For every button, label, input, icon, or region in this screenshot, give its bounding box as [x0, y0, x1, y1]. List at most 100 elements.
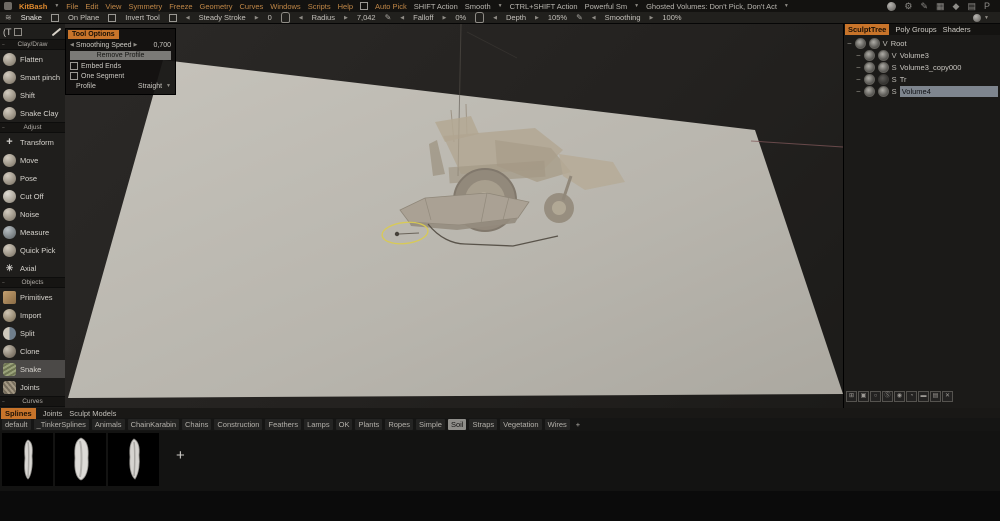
- tool-axial[interactable]: ✳ Axial: [0, 259, 65, 277]
- tool-cut-off[interactable]: Cut Off: [0, 187, 65, 205]
- tool-shift[interactable]: Shift: [0, 86, 65, 104]
- steady-stroke-inc-icon[interactable]: ▶: [255, 15, 259, 21]
- surface-mode-icon[interactable]: Ⓢ: [882, 391, 893, 402]
- section-clay-draw[interactable]: − Clay/Draw: [0, 39, 65, 50]
- material-dropdown-icon[interactable]: ▼: [984, 15, 989, 21]
- tree-node-volume3-copy000[interactable]: − S Volume3_copy000: [844, 61, 1000, 73]
- shift-action-value[interactable]: Smooth: [465, 2, 491, 11]
- tree-node-volume4-selected[interactable]: − S Volume4: [844, 85, 1000, 97]
- box-select-icon[interactable]: [14, 28, 22, 36]
- depth-value[interactable]: 105%: [548, 13, 567, 22]
- category-simple[interactable]: Simple: [416, 419, 445, 430]
- collapse-icon[interactable]: −: [2, 280, 5, 286]
- menu-windows[interactable]: Windows: [270, 2, 300, 11]
- category-ok[interactable]: OK: [336, 419, 353, 430]
- app-logo-icon[interactable]: [4, 2, 12, 10]
- collapse-icon[interactable]: −: [856, 75, 861, 84]
- depth-label[interactable]: Depth: [506, 13, 526, 22]
- smoothing-value[interactable]: 100%: [662, 13, 681, 22]
- app-title[interactable]: KitBash: [19, 2, 47, 11]
- category-animals[interactable]: Animals: [92, 419, 125, 430]
- radius-dec-icon[interactable]: ◀: [299, 15, 303, 21]
- category-ropes[interactable]: Ropes: [385, 419, 413, 430]
- section-curves[interactable]: − Curves: [0, 396, 65, 407]
- on-plane-checkbox[interactable]: [51, 14, 59, 22]
- collapse-icon[interactable]: −: [856, 63, 861, 72]
- menu-help[interactable]: Help: [338, 2, 353, 11]
- category-default[interactable]: default: [2, 419, 31, 430]
- material-ball-icon[interactable]: [973, 14, 981, 22]
- falloff-value[interactable]: 0%: [455, 13, 466, 22]
- resample-icon[interactable]: ◔: [906, 391, 917, 402]
- remove-profile-button[interactable]: Remove Profile: [70, 51, 171, 60]
- invert-tool-checkbox[interactable]: [108, 14, 116, 22]
- spline-thumbnail-1[interactable]: [2, 433, 53, 486]
- tool-move[interactable]: Move: [0, 151, 65, 169]
- smoothing-speed-inc-icon[interactable]: ▶: [134, 42, 138, 48]
- layers-list-icon[interactable]: ▤: [930, 391, 941, 402]
- section-objects[interactable]: − Objects: [0, 277, 65, 288]
- falloff-inc-icon[interactable]: ▶: [442, 15, 446, 21]
- one-segment-label[interactable]: One Segment: [81, 73, 124, 80]
- visibility-icon[interactable]: [864, 74, 875, 85]
- smoothing-pen-icon[interactable]: ✎: [576, 13, 583, 22]
- category-plants[interactable]: Plants: [355, 419, 382, 430]
- collapse-icon[interactable]: −: [856, 87, 861, 96]
- pen-icon[interactable]: [52, 27, 62, 36]
- tool-snake[interactable]: Snake: [0, 360, 65, 378]
- tab-sculpttree[interactable]: SculptTree: [845, 24, 889, 35]
- falloff-label[interactable]: Falloff: [413, 13, 433, 22]
- on-plane-label[interactable]: On Plane: [68, 13, 99, 22]
- gear-icon[interactable]: ⚙: [904, 2, 912, 11]
- tool-primitives[interactable]: Primitives: [0, 288, 65, 306]
- smoothing-label[interactable]: Smoothing: [605, 13, 641, 22]
- tab-shaders[interactable]: Shaders: [943, 25, 971, 34]
- text-tool-icon[interactable]: (T: [3, 27, 12, 37]
- tool-quick-pick[interactable]: Quick Pick: [0, 241, 65, 259]
- tree-node-tr[interactable]: − S Tr: [844, 73, 1000, 85]
- menu-freeze[interactable]: Freeze: [169, 2, 192, 11]
- profile-dropdown-icon[interactable]: ▼: [166, 83, 171, 89]
- one-segment-checkbox[interactable]: [70, 72, 78, 80]
- add-category-button[interactable]: +: [573, 420, 583, 429]
- menu-scripts[interactable]: Scripts: [308, 2, 331, 11]
- collapse-icon[interactable]: −: [847, 39, 852, 48]
- smoothing-speed-label[interactable]: Smoothing Speed: [76, 42, 132, 49]
- tool-smart-pinch[interactable]: Smart pinch: [0, 68, 65, 86]
- radius-pressure-icon[interactable]: [281, 12, 290, 23]
- embed-ends-checkbox[interactable]: [70, 62, 78, 70]
- radius-label[interactable]: Radius: [312, 13, 335, 22]
- smoothing-speed-dec-icon[interactable]: ◀: [70, 42, 74, 48]
- category-feathers[interactable]: Feathers: [265, 419, 301, 430]
- brushes-icon[interactable]: ✎: [920, 2, 928, 11]
- category-chainkarabin[interactable]: ChainKarabin: [128, 419, 179, 430]
- tab-sculpt-models[interactable]: Sculpt Models: [69, 409, 116, 418]
- collapse-icon[interactable]: −: [2, 399, 5, 405]
- node-name[interactable]: Volume4: [900, 86, 998, 97]
- smoothing-inc-icon[interactable]: ▶: [650, 15, 654, 21]
- category-vegetation[interactable]: Vegetation: [500, 419, 541, 430]
- spline-thumbnail-3[interactable]: [108, 433, 159, 486]
- duplicate-icon[interactable]: ▣: [858, 391, 869, 402]
- auto-pick-label[interactable]: Auto Pick: [375, 2, 407, 11]
- tree-node-root[interactable]: − V Root: [844, 37, 1000, 49]
- shift-action-dropdown-icon[interactable]: ▼: [498, 3, 503, 9]
- nodes-icon[interactable]: ▦: [936, 2, 945, 11]
- radius-value[interactable]: 7,042: [357, 13, 376, 22]
- merge-icon[interactable]: ▬: [918, 391, 929, 402]
- node-name[interactable]: Root: [891, 39, 907, 48]
- visibility-icon[interactable]: [864, 62, 875, 73]
- node-name[interactable]: Volume3_copy000: [900, 63, 962, 72]
- ghosted-volumes-dropdown-icon[interactable]: ▼: [784, 3, 789, 9]
- rotate-icon[interactable]: ◆: [953, 2, 960, 11]
- category-tinkersplines[interactable]: _TinkerSplines: [34, 419, 89, 430]
- visibility-icon[interactable]: [855, 38, 866, 49]
- category-construction[interactable]: Construction: [214, 419, 262, 430]
- depth-inc-icon[interactable]: ▶: [535, 15, 539, 21]
- smoothing-speed-value[interactable]: 0,700: [153, 42, 171, 49]
- radius-inc-icon[interactable]: ▶: [344, 15, 348, 21]
- spline-thumbnail-2[interactable]: [55, 433, 106, 486]
- tool-noise[interactable]: Noise: [0, 205, 65, 223]
- tree-node-volume3[interactable]: − V Volume3: [844, 49, 1000, 61]
- ghost-icon[interactable]: [878, 50, 889, 61]
